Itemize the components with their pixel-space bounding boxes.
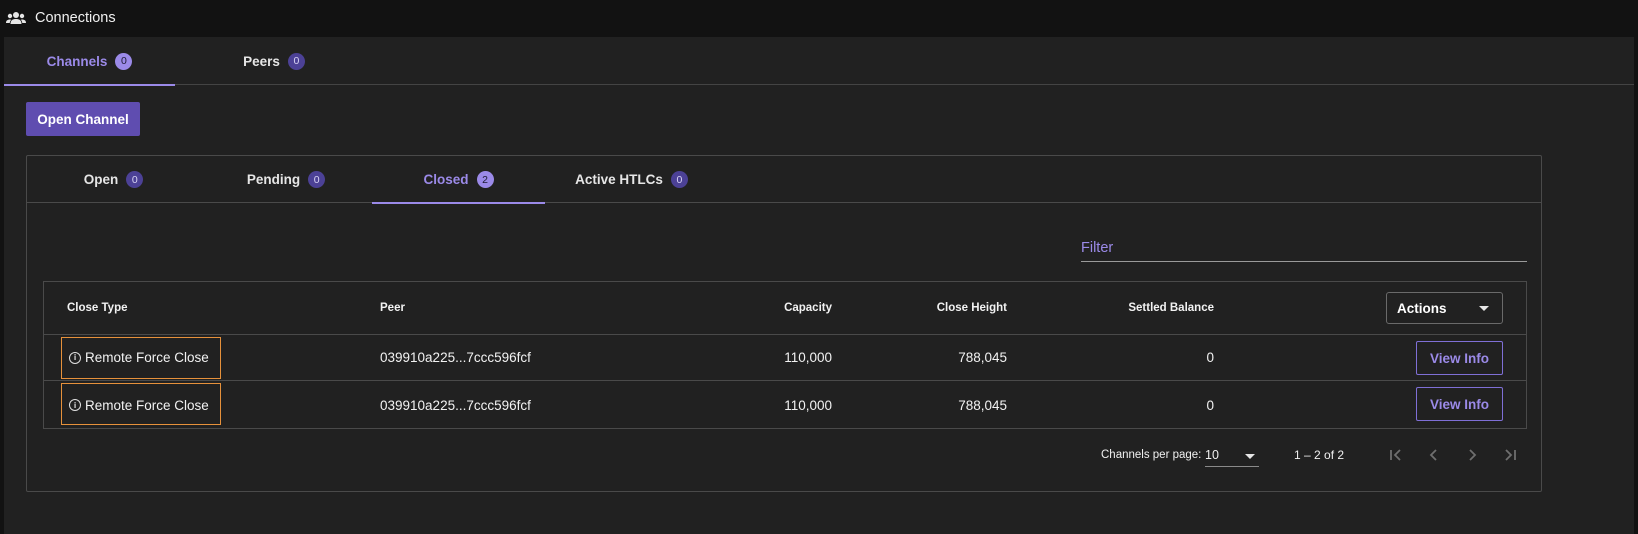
active-sub-tab-indicator	[372, 202, 545, 204]
group-icon	[6, 12, 26, 24]
channel-status-tab-bar: Open 0 Pending 0 Closed 2 Active HTLCs 0	[27, 156, 1541, 204]
tab-active-htlcs-count-badge: 0	[670, 171, 688, 188]
column-header-close-type[interactable]: Close Type	[67, 282, 128, 334]
column-header-close-height[interactable]: Close Height	[897, 282, 1007, 334]
capacity-cell: 110,000	[784, 350, 832, 365]
chevron-down-icon	[1245, 454, 1255, 459]
actions-dropdown-label: Actions	[1397, 300, 1447, 316]
tab-peers-label: Peers	[243, 53, 280, 69]
first-page-button[interactable]	[1383, 442, 1409, 468]
page-header: Connections	[0, 0, 1638, 36]
previous-page-button[interactable]	[1421, 442, 1447, 468]
tab-active-htlcs[interactable]: Active HTLCs 0	[545, 156, 718, 203]
page-title: Connections	[35, 10, 116, 26]
active-tab-indicator	[4, 84, 175, 86]
tab-closed-count-badge: 2	[476, 171, 494, 188]
peer-cell: 039910a225...7ccc596fcf	[380, 350, 531, 365]
table-row: i Remote Force Close 039910a225...7ccc59…	[44, 335, 1526, 381]
paginator: Channels per page: 10 1 – 2 of 2	[27, 436, 1541, 476]
page-range-label: 1 – 2 of 2	[1294, 448, 1345, 462]
last-page-button[interactable]	[1497, 442, 1523, 468]
close-type-text: Remote Force Close	[85, 350, 209, 365]
closed-channels-table: Close Type Peer Capacity Close Height Se…	[43, 281, 1527, 429]
tab-open[interactable]: Open 0	[27, 156, 200, 203]
peer-cell: 039910a225...7ccc596fcf	[380, 397, 531, 413]
tab-pending-label: Pending	[246, 172, 301, 187]
info-icon[interactable]: i	[69, 399, 81, 411]
column-header-settled-balance[interactable]: Settled Balance	[1074, 282, 1214, 334]
filter-input[interactable]	[1081, 236, 1527, 260]
table-row: i Remote Force Close 039910a225...7ccc59…	[44, 382, 1526, 428]
column-header-capacity[interactable]: Capacity	[734, 282, 832, 334]
close-type-cell[interactable]: i Remote Force Close	[69, 382, 209, 428]
settled-balance-cell: 0	[1206, 350, 1214, 365]
next-page-button[interactable]	[1459, 442, 1485, 468]
tab-pending[interactable]: Pending 0	[200, 156, 372, 203]
page-size-label: Channels per page:	[1101, 449, 1202, 461]
chevron-right-icon	[1469, 449, 1477, 461]
view-info-button[interactable]: View Info	[1416, 341, 1503, 375]
page-size-value: 10	[1205, 448, 1219, 462]
close-type-cell[interactable]: i Remote Force Close	[69, 335, 209, 380]
tab-open-label: Open	[83, 172, 119, 187]
tab-closed-label: Closed	[423, 172, 469, 187]
info-icon[interactable]: i	[69, 351, 81, 364]
chevron-left-icon	[1429, 449, 1437, 461]
close-height-cell: 788,045	[958, 350, 1007, 365]
tab-open-count-badge: 0	[126, 171, 144, 188]
open-channel-button[interactable]: Open Channel	[26, 102, 140, 136]
tab-active-htlcs-label: Active HTLCs	[575, 172, 663, 187]
connections-panel: Channels 0 Peers 0 Open Channel Open 0 P…	[4, 37, 1634, 534]
column-header-peer[interactable]: Peer	[380, 282, 405, 334]
first-page-icon	[1390, 449, 1401, 461]
settled-balance-cell: 0	[1206, 397, 1214, 413]
tab-peers-count-badge: 0	[287, 52, 305, 70]
capacity-cell: 110,000	[784, 397, 832, 413]
table-header-row: Close Type Peer Capacity Close Height Se…	[44, 282, 1526, 335]
chevron-down-icon	[1479, 306, 1489, 311]
filter-field[interactable]	[1081, 236, 1527, 262]
channels-card: Open 0 Pending 0 Closed 2 Active HTLCs 0	[26, 155, 1542, 492]
tab-peers[interactable]: Peers 0	[175, 37, 373, 85]
tab-closed[interactable]: Closed 2	[372, 156, 545, 204]
actions-dropdown[interactable]: Actions	[1386, 292, 1503, 324]
last-page-icon	[1505, 449, 1516, 461]
tab-channels[interactable]: Channels 0	[4, 37, 175, 86]
tab-channels-count-badge: 0	[115, 52, 133, 70]
view-info-button[interactable]: View Info	[1416, 387, 1503, 421]
tab-channels-label: Channels	[46, 53, 108, 69]
tab-pending-count-badge: 0	[308, 171, 326, 188]
page-size-select[interactable]: 10	[1205, 445, 1259, 467]
close-type-text: Remote Force Close	[85, 397, 209, 413]
close-height-cell: 788,045	[958, 397, 1007, 413]
top-tab-bar: Channels 0 Peers 0	[4, 37, 1634, 86]
